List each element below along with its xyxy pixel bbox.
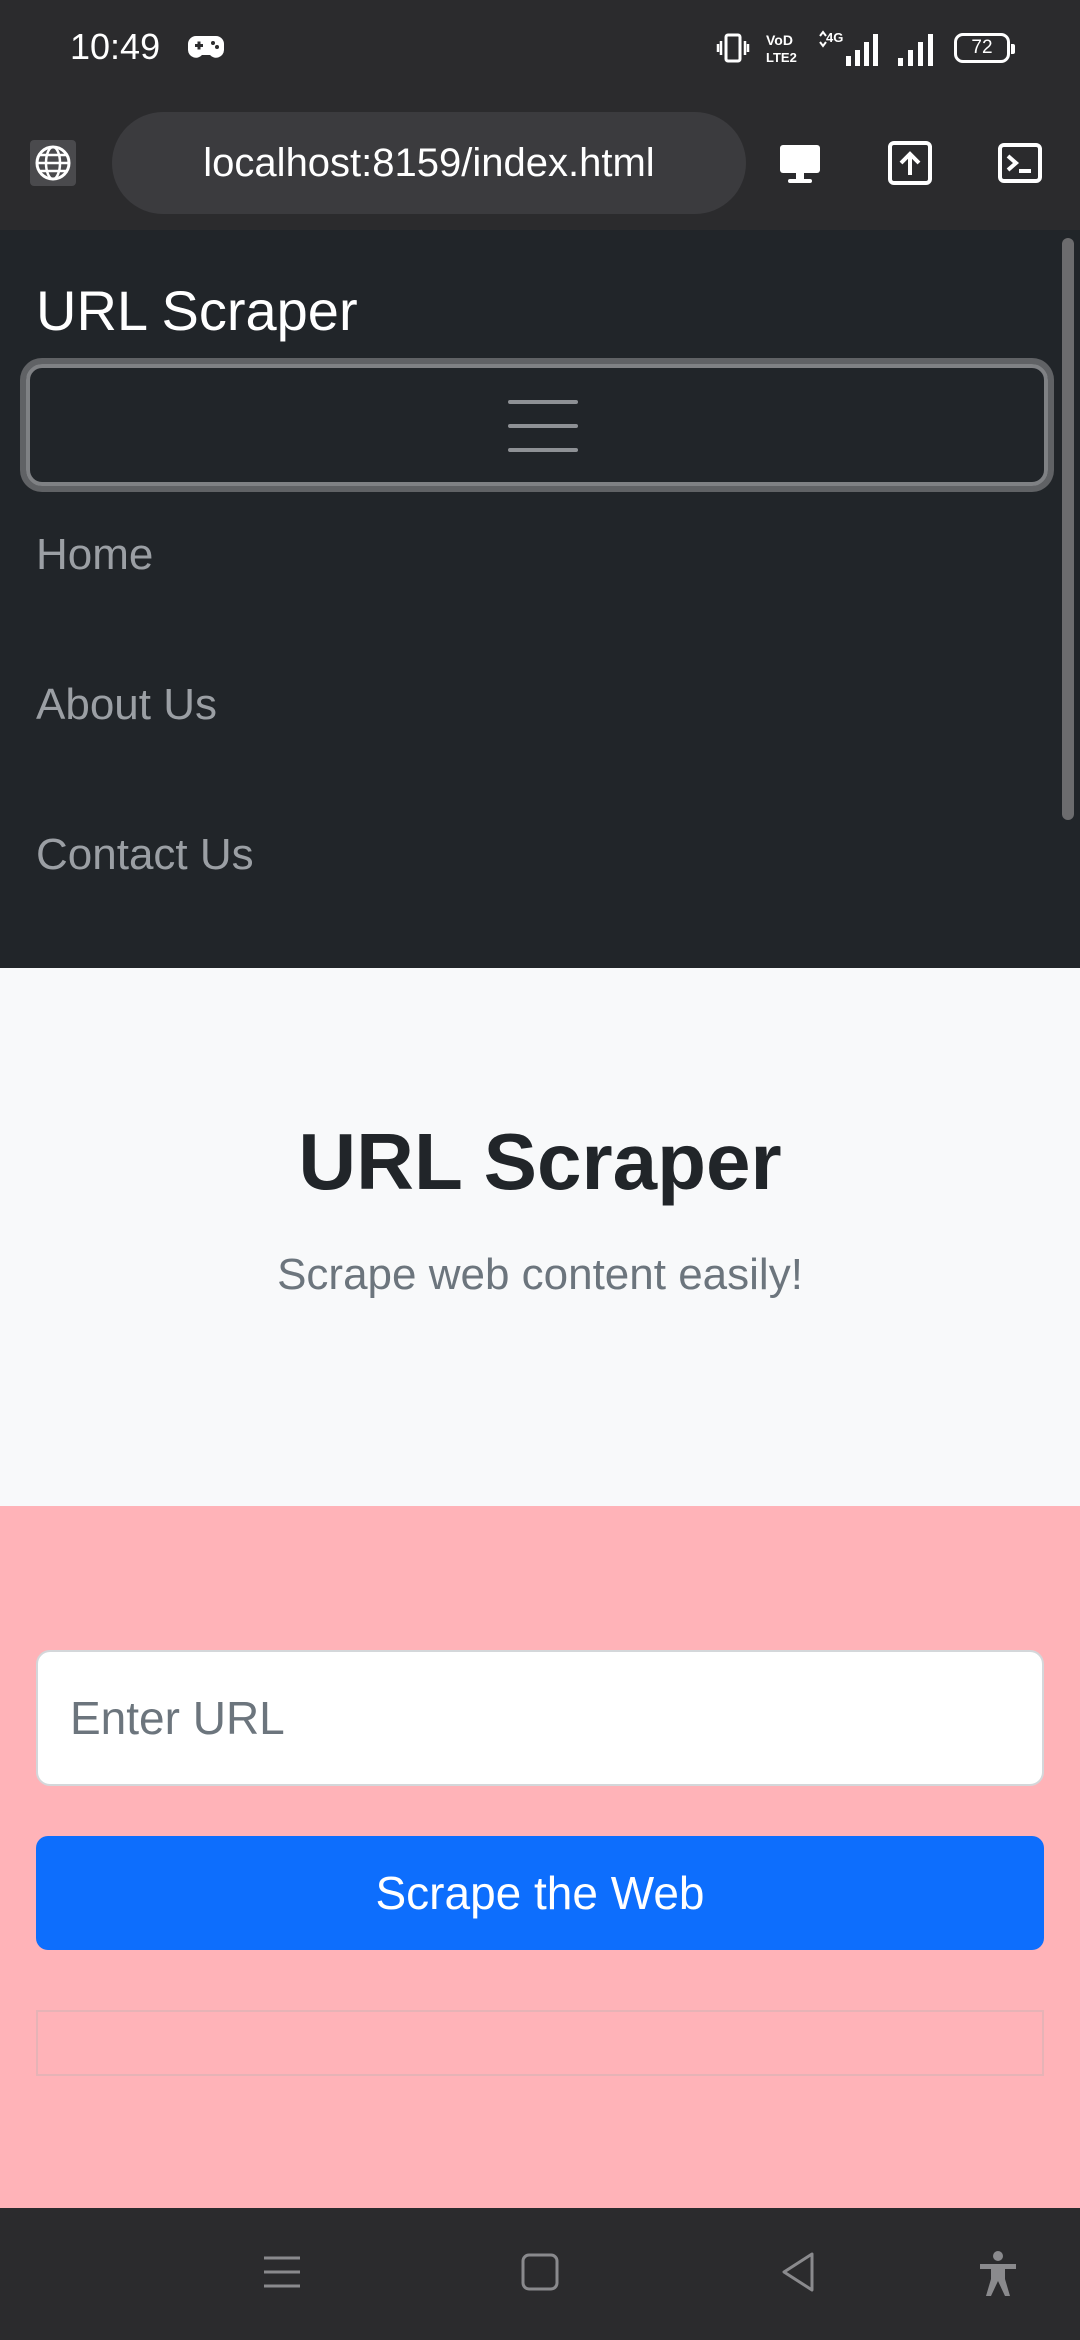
address-bar[interactable]: localhost:8159/index.html [112, 112, 746, 214]
home-square-icon[interactable] [520, 2250, 560, 2294]
signal-4g-icon: 4G [819, 30, 878, 66]
gamepad-icon [188, 36, 224, 58]
nav-link-contact[interactable]: Contact Us [36, 830, 254, 880]
terminal-icon[interactable] [996, 139, 1044, 187]
status-bar: 10:49 VoD LTE2 4G 72 [0, 0, 1080, 96]
hero-section: URL Scraper Scrape web content easily! [0, 968, 1080, 1506]
vibrate-icon [716, 33, 750, 63]
battery-icon: 72 [954, 33, 1015, 63]
network-label: 4G [826, 30, 843, 45]
navbar: URL Scraper Home About Us Contact Us [0, 230, 1080, 968]
system-nav-bar [0, 2208, 1080, 2340]
nav-link-home[interactable]: Home [36, 530, 153, 580]
globe-icon[interactable] [30, 140, 76, 186]
signal-icon [898, 34, 933, 66]
accessibility-icon[interactable] [976, 2250, 1020, 2298]
navbar-brand[interactable]: URL Scraper [36, 278, 358, 343]
volte-label-bottom: LTE2 [766, 50, 797, 65]
address-bar-text: localhost:8159/index.html [203, 140, 655, 185]
hero-subtitle: Scrape web content easily! [277, 1250, 803, 1299]
share-upload-icon[interactable] [886, 139, 934, 187]
battery-level: 72 [971, 37, 993, 58]
page-scrollbar[interactable] [1062, 238, 1074, 820]
scrape-button[interactable]: Scrape the Web [36, 1836, 1044, 1950]
url-input[interactable] [36, 1650, 1044, 1786]
navbar-toggler-button[interactable] [26, 364, 1048, 486]
back-triangle-icon[interactable] [778, 2250, 818, 2294]
scrape-form: Scrape the Web [0, 1506, 1080, 2208]
status-time: 10:49 [70, 26, 161, 67]
result-output [36, 2010, 1044, 2076]
web-page: URL Scraper Home About Us Contact Us URL… [0, 230, 1080, 2208]
desktop-icon[interactable] [776, 139, 824, 187]
recents-menu-icon[interactable] [262, 2250, 302, 2294]
volte-icon: VoD LTE2 [766, 32, 797, 65]
volte-label-top: VoD [766, 32, 793, 48]
nav-link-about[interactable]: About Us [36, 680, 217, 730]
status-icons: VoD LTE2 4G 72 [716, 26, 1015, 70]
hamburger-icon [508, 400, 578, 452]
hero-title: URL Scraper [298, 1117, 782, 1206]
browser-toolbar: localhost:8159/index.html [0, 96, 1080, 230]
